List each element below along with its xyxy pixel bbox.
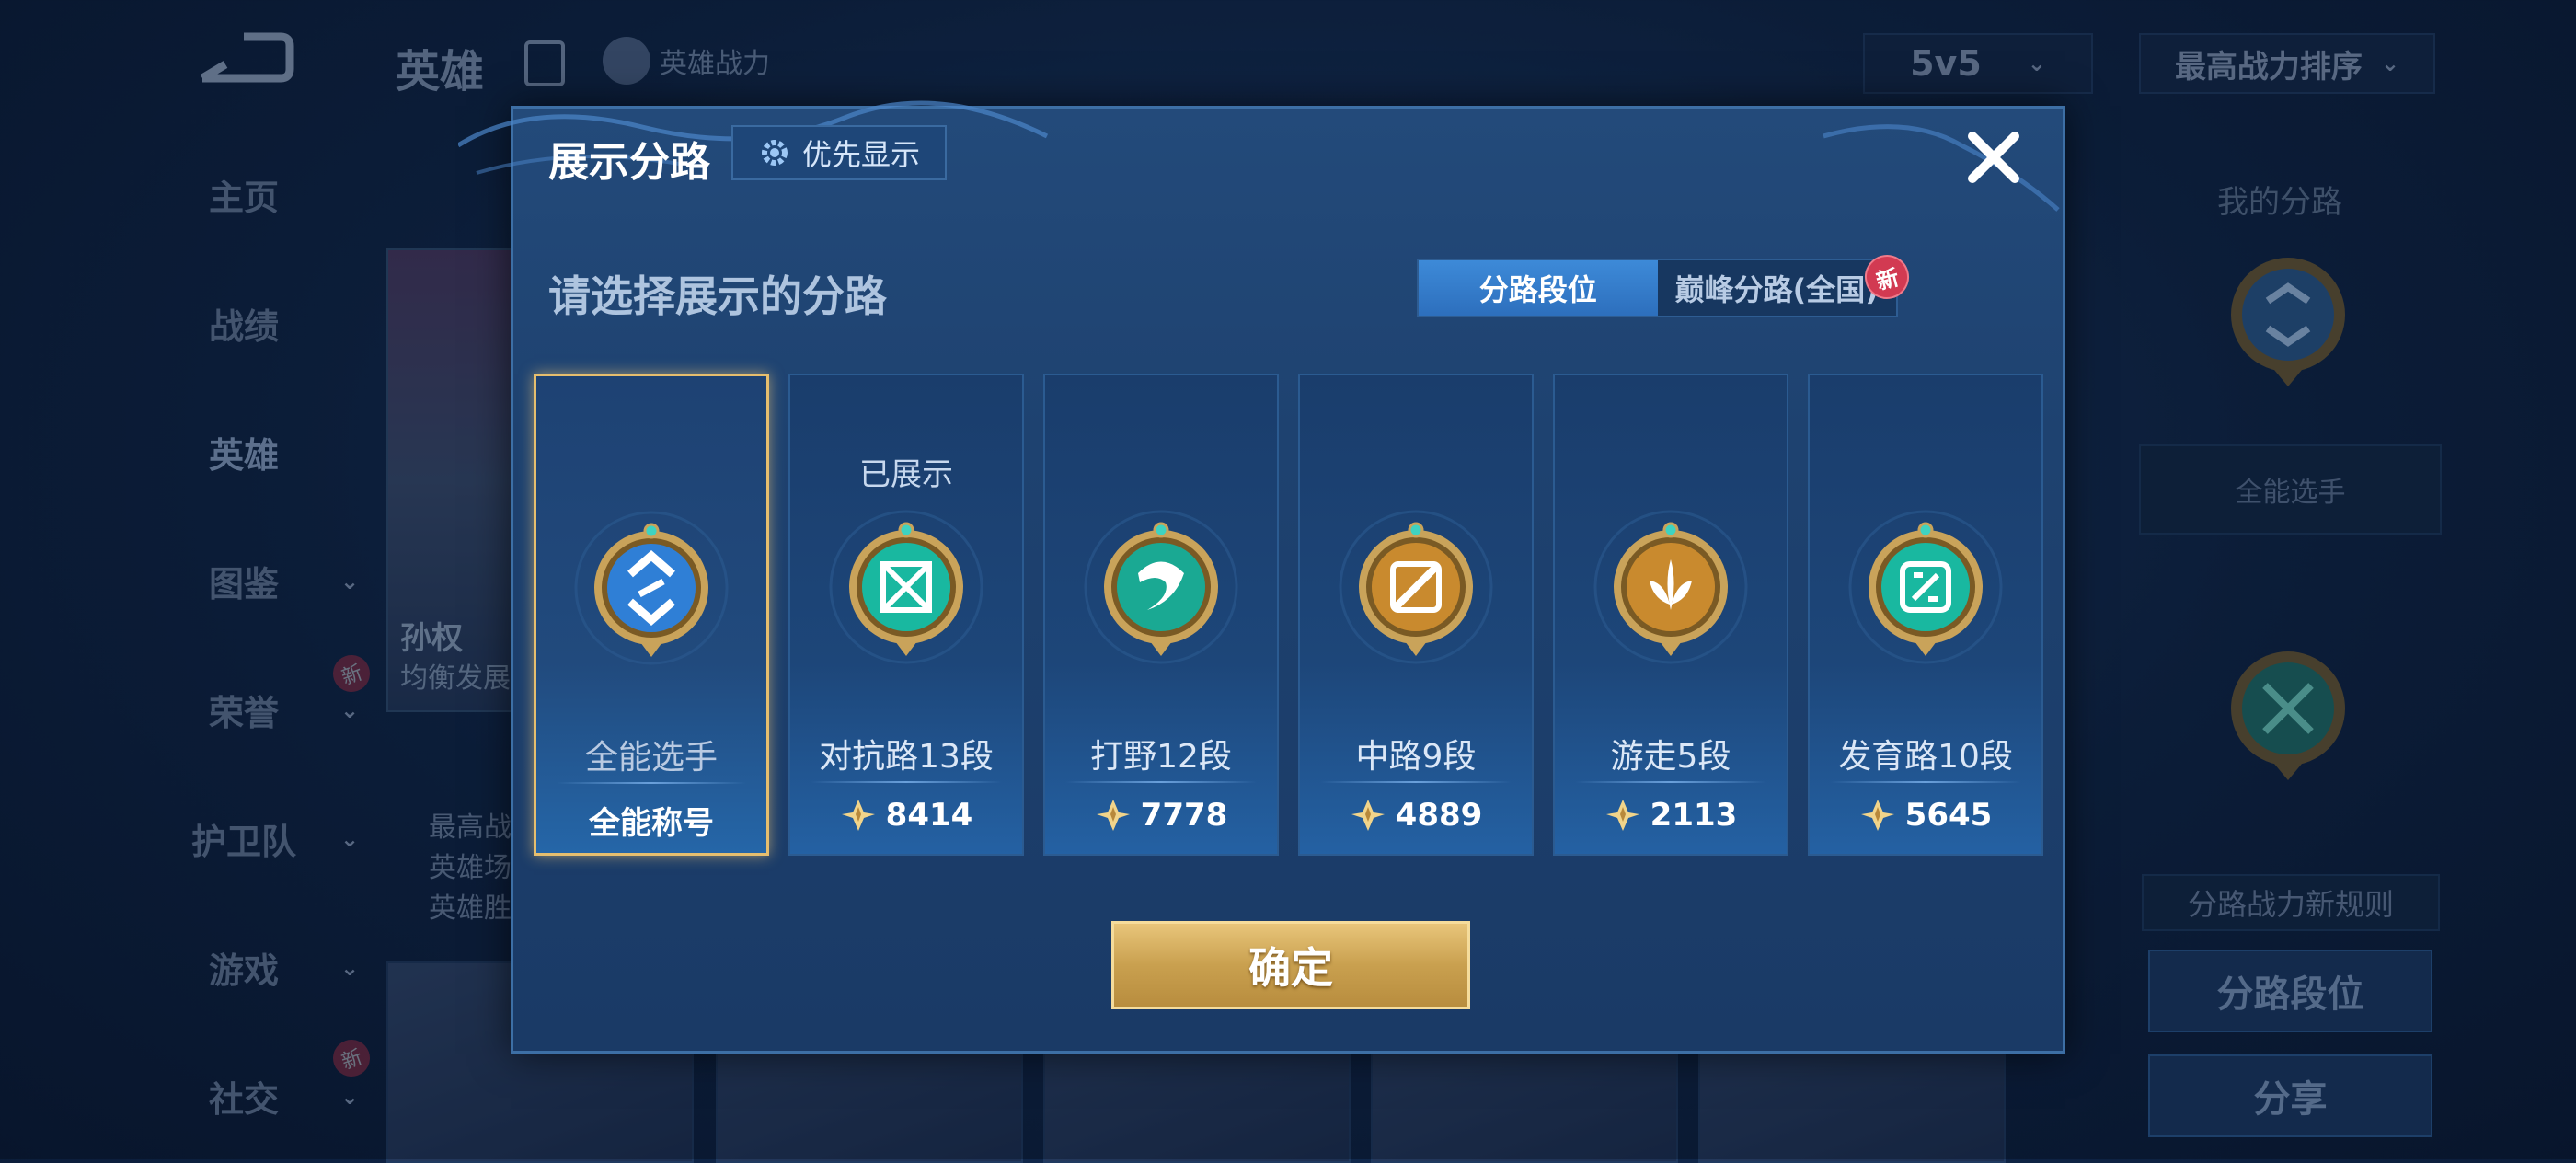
lane-name: 全能选手 [584, 739, 718, 777]
lane-name: 对抗路13段 [819, 738, 994, 776]
lane-card-list: 全能选手全能称号 已展示对抗路13段 8414 打野12段 7778 中路9段 4889 游走… [534, 374, 2043, 856]
priority-display-label: 优先显示 [801, 137, 920, 172]
lane-name: 打野12段 [1090, 738, 1232, 776]
lane-value-text: 7778 [1140, 797, 1228, 834]
priority-display-button[interactable]: 优先显示 [731, 125, 947, 180]
lane-display-dialog: 展示分路 优先显示 请选择展示的分路 分路段位 巅峰分路(全国) 新 全能选手全… [458, 100, 2065, 1054]
lane-value-text: 4889 [1395, 797, 1483, 834]
lane-value-text: 2113 [1650, 797, 1738, 834]
confirm-button[interactable]: 确定 [1111, 921, 1470, 1009]
lane-value: 4889 [1300, 797, 1532, 834]
jungle-medal-icon [1084, 510, 1238, 664]
lane-card[interactable]: 游走5段 2113 [1553, 374, 1788, 856]
lane-name: 游走5段 [1610, 738, 1731, 776]
tab-label: 分路段位 [1478, 272, 1597, 307]
farm-lane-medal-icon [1848, 510, 2003, 664]
lane-card[interactable]: 打野12段 7778 [1043, 374, 1279, 856]
lane-value: 5645 [1810, 797, 2041, 834]
power-icon [1096, 800, 1130, 831]
tab-lane-rank[interactable]: 分路段位 [1419, 260, 1658, 316]
selection-prompt: 请选择展示的分路 [548, 271, 887, 321]
lane-value-text: 全能称号 [589, 805, 714, 842]
all-round-medal-icon [574, 511, 729, 665]
lane-card[interactable]: 全能选手 全能称号 [534, 374, 769, 856]
lane-card[interactable]: 发育路10段 5645 [1808, 374, 2043, 856]
power-icon [1860, 800, 1894, 831]
lane-value: 2113 [1555, 797, 1787, 834]
divider [1830, 781, 2021, 783]
shown-label: 已展示 [859, 456, 953, 493]
gear-icon [761, 140, 788, 166]
lane-value: 7778 [1045, 797, 1277, 834]
lane-value: 8414 [790, 797, 1022, 834]
clash-lane-medal-icon [829, 510, 983, 664]
dialog-title: 展示分路 [548, 139, 710, 186]
lane-value-text: 8414 [885, 797, 973, 834]
divider [1575, 781, 1766, 783]
divider [557, 782, 746, 784]
lane-value: 全能称号 [536, 798, 766, 843]
divider [811, 781, 1002, 783]
divider [1320, 781, 1512, 783]
lane-name: 中路9段 [1355, 738, 1477, 776]
tab-peak-lane[interactable]: 巅峰分路(全国) 新 [1658, 249, 1915, 316]
lane-card[interactable]: 已展示对抗路13段 8414 [788, 374, 1024, 856]
lane-name: 发育路10段 [1838, 738, 2013, 776]
cloud-ornament [1823, 124, 2060, 212]
close-icon[interactable] [1961, 125, 2026, 190]
roam-medal-icon [1593, 510, 1748, 664]
tab-label: 巅峰分路(全国) [1674, 272, 1879, 307]
power-icon [1351, 800, 1385, 831]
mid-lane-medal-icon [1339, 510, 1493, 664]
power-icon [841, 800, 875, 831]
lane-value-text: 5645 [1904, 797, 1993, 834]
lane-tabs: 分路段位 巅峰分路(全国) 新 [1417, 249, 1915, 317]
divider [1065, 781, 1257, 783]
power-icon [1605, 800, 1639, 831]
lane-card[interactable]: 中路9段 4889 [1298, 374, 1534, 856]
